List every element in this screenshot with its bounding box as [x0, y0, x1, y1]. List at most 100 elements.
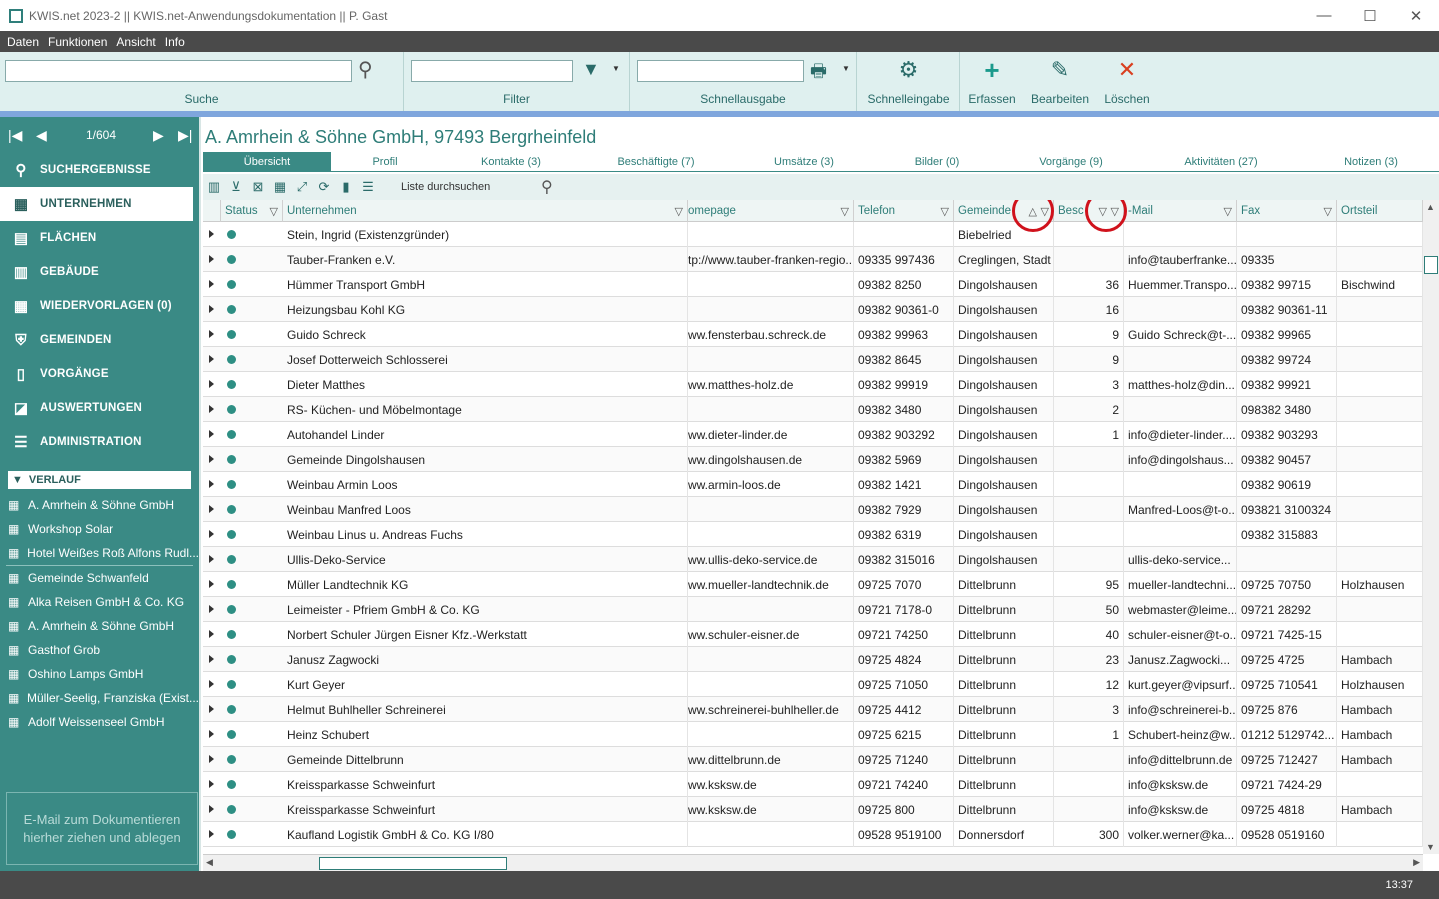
chart-icon[interactable]: ▮ — [335, 179, 357, 195]
table-row[interactable]: Helmut Buhlheller Schreinerei ww.schreine… — [203, 697, 1423, 722]
scroll-left-icon[interactable]: ◀ — [206, 857, 213, 868]
sidebar-item-auswertungen[interactable]: ◪ AUSWERTUNGEN — [0, 391, 199, 425]
verlauf-item[interactable]: ▦ Müller-Seelig, Franziska (Exist... — [0, 686, 199, 710]
table-row[interactable]: Kreissparkasse Schweinfurt ww.ksksw.de 097… — [203, 797, 1423, 822]
next-record-icon[interactable]: ▶ — [153, 127, 164, 144]
filter-icon[interactable]: ▽ — [941, 205, 949, 218]
table-row[interactable]: Tauber-Franken e.V. tp://www.tauber-frank… — [203, 247, 1423, 272]
table-row[interactable]: Hümmer Transport GmbH 09382 8250 Dingolsha… — [203, 272, 1423, 297]
verlauf-item[interactable]: ▦ A. Amrhein & Söhne GmbH — [0, 614, 199, 638]
email-dropzone[interactable]: E-Mail zum Dokumentieren hierher ziehen … — [6, 792, 198, 865]
first-record-icon[interactable]: |◀ — [8, 127, 22, 144]
minimize-button[interactable]: — — [1301, 0, 1347, 31]
verlauf-item[interactable]: ▦ Gasthof Grob — [0, 638, 199, 662]
horizontal-scrollbar[interactable]: ◀ ▶ — [203, 854, 1423, 871]
columns-icon[interactable]: ▥ — [203, 179, 225, 195]
table-row[interactable]: Leimeister - Pfriem GmbH & Co. KG 09721 7… — [203, 597, 1423, 622]
sidebar-item-suchergebnisse[interactable]: ⚲ SUCHERGEBNISSE — [0, 153, 199, 187]
chevron-down-icon[interactable]: ▼ — [612, 64, 620, 73]
schnellausgabe-input[interactable] — [637, 60, 804, 82]
table-row[interactable]: Weinbau Armin Loos ww.armin-loos.de 09382 … — [203, 472, 1423, 497]
expand-row-icon[interactable] — [209, 230, 214, 238]
list-search-input[interactable]: Liste durchsuchen — [399, 177, 561, 197]
filter-input[interactable] — [411, 60, 573, 82]
fit-columns-icon[interactable]: ⤢ — [291, 179, 313, 195]
sidebar-item-unternehmen[interactable]: ▦ UNTERNEHMEN — [0, 187, 193, 221]
column-header-status[interactable]: Status ▽ — [221, 200, 283, 222]
filter-icon[interactable]: ▽ — [841, 205, 849, 218]
scroll-right-icon[interactable]: ▶ — [1413, 857, 1420, 868]
expand-row-icon[interactable] — [209, 755, 214, 763]
filter-icon[interactable]: ▼ — [582, 59, 600, 80]
expand-row-icon[interactable] — [209, 580, 214, 588]
table-row[interactable]: Autohandel Linder ww.dieter-linder.de 0938… — [203, 422, 1423, 447]
table-row[interactable]: Kaufland Logistik GmbH & Co. KG I/80 0952… — [203, 822, 1423, 847]
table-row[interactable]: Kurt Geyer 09725 71050 Dittelbrunn 12 kurt.g… — [203, 672, 1423, 697]
maximize-button[interactable]: ☐ — [1347, 0, 1393, 31]
expand-row-icon[interactable] — [209, 555, 214, 563]
loeschen-button[interactable]: ✕ Löschen — [1103, 52, 1151, 111]
filter-icon[interactable]: ▽ — [270, 205, 278, 218]
tab-bilder[interactable]: Bilder (0) — [907, 152, 967, 172]
column-header-email[interactable]: -Mail ▽ — [1124, 200, 1237, 222]
chevron-down-icon[interactable]: ▼ — [842, 64, 850, 73]
expand-row-icon[interactable] — [209, 605, 214, 613]
refresh-icon[interactable]: ⟳ — [313, 179, 335, 195]
verlauf-item[interactable]: ▦ Alka Reisen GmbH & Co. KG — [0, 590, 199, 614]
column-header-unternehmen[interactable]: Unternehmen ▽ — [283, 200, 688, 222]
table-row[interactable]: Heizungsbau Kohl KG 09382 90361-0 Dingolsh… — [203, 297, 1423, 322]
expand-row-icon[interactable] — [209, 255, 214, 263]
verlauf-item[interactable]: ▦ Gemeinde Schwanfeld — [0, 566, 199, 590]
expand-row-icon[interactable] — [209, 655, 214, 663]
last-record-icon[interactable]: ▶| — [178, 127, 192, 144]
table-row[interactable]: Janusz Zagwocki 09725 4824 Dittelbrunn 23 Ja… — [203, 647, 1423, 672]
menu-funktionen[interactable]: Funktionen — [48, 35, 107, 49]
search-icon[interactable]: ⚲ — [541, 177, 553, 197]
sidebar-item-vorgaenge[interactable]: ▯ VORGÄNGE — [0, 357, 199, 391]
expand-row-icon[interactable] — [209, 330, 214, 338]
verlauf-item[interactable]: ▦ Hotel Weißes Roß Alfons Rudl... — [0, 541, 199, 565]
column-header-fax[interactable]: Fax ▽ — [1237, 200, 1337, 222]
table-icon[interactable]: ▦ — [269, 179, 291, 195]
tab-uebersicht[interactable]: Übersicht — [203, 152, 331, 172]
verlauf-item[interactable]: ▦ Workshop Solar — [0, 517, 199, 541]
tab-notizen[interactable]: Notizen (3) — [1333, 152, 1409, 172]
expand-row-icon[interactable] — [209, 630, 214, 638]
search-input[interactable] — [5, 60, 352, 82]
sidebar-item-gemeinden[interactable]: ⛨ GEMEINDEN — [0, 323, 199, 357]
search-icon[interactable]: ⚲ — [358, 57, 373, 82]
scroll-thumb[interactable] — [319, 857, 507, 870]
expand-row-icon[interactable] — [209, 480, 214, 488]
filter-icon[interactable]: ▽ — [1224, 205, 1232, 218]
table-row[interactable]: Weinbau Linus u. Andreas Fuchs 09382 6319… — [203, 522, 1423, 547]
column-header-homepage[interactable]: omepage ▽ — [688, 200, 854, 222]
filter-icon[interactable]: ▽ — [675, 205, 683, 218]
bearbeiten-button[interactable]: ✎ Bearbeiten — [1030, 52, 1090, 111]
expand-row-icon[interactable] — [209, 405, 214, 413]
expand-row-icon[interactable] — [209, 830, 214, 838]
clear-filter-icon[interactable]: ⊻ — [225, 179, 247, 195]
expand-row-icon[interactable] — [209, 505, 214, 513]
menu-icon[interactable]: ☰ — [357, 179, 379, 195]
table-row[interactable]: Dieter Matthes ww.matthes-holz.de 09382 99… — [203, 372, 1423, 397]
expand-row-icon[interactable] — [209, 780, 214, 788]
table-row[interactable]: Josef Dotterweich Schlosserei 09382 8645 D… — [203, 347, 1423, 372]
scroll-thumb[interactable] — [1424, 256, 1438, 274]
table-row[interactable]: Heinz Schubert 09725 6215 Dittelbrunn 1 Schu… — [203, 722, 1423, 747]
tab-umsaetze[interactable]: Umsätze (3) — [769, 152, 839, 172]
printer-icon[interactable]: 🖶 — [810, 59, 827, 89]
table-row[interactable]: Weinbau Manfred Loos 09382 7929 Dingolshau… — [203, 497, 1423, 522]
expand-row-icon[interactable] — [209, 305, 214, 313]
expand-row-icon[interactable] — [209, 680, 214, 688]
column-header-telefon[interactable]: Telefon ▽ — [854, 200, 954, 222]
tab-kontakte[interactable]: Kontakte (3) — [471, 152, 551, 172]
tab-vorgaenge[interactable]: Vorgänge (9) — [1033, 152, 1109, 172]
tab-profil[interactable]: Profil — [353, 152, 417, 172]
verlauf-header[interactable]: ▼ VERLAUF — [8, 471, 191, 489]
expand-row-icon[interactable] — [209, 730, 214, 738]
verlauf-item[interactable]: ▦ Oshino Lamps GmbH — [0, 662, 199, 686]
sidebar-item-flaechen[interactable]: ▤ FLÄCHEN — [0, 221, 199, 255]
tab-beschaeftigte[interactable]: Beschäftigte (7) — [611, 152, 701, 172]
scroll-up-icon[interactable]: ▲ — [1426, 202, 1435, 212]
sidebar-item-gebaeude[interactable]: ▥ GEBÄUDE — [0, 255, 199, 289]
